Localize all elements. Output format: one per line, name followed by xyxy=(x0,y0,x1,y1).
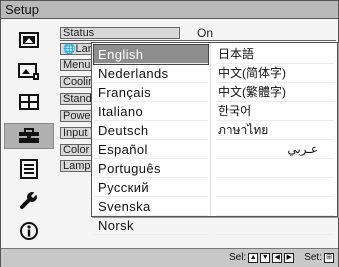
function-list-icon[interactable] xyxy=(10,157,48,181)
arrow-left-key-icon: ◀ xyxy=(272,252,283,263)
select-hint-label: Sel: xyxy=(228,252,247,263)
globe-icon: 🌐 xyxy=(63,44,76,55)
column-divider xyxy=(210,43,211,216)
language-option-korean[interactable]: 한국어 xyxy=(216,102,334,121)
arrow-right-key-icon: ▶ xyxy=(284,252,295,263)
language-option-svenska[interactable]: Svenska xyxy=(94,197,208,216)
language-option-russian[interactable]: Русский xyxy=(94,178,208,197)
menu-item-status[interactable]: Status xyxy=(60,27,180,39)
window-title: Setup xyxy=(1,1,338,19)
arrow-up-key-icon: ▲ xyxy=(248,252,259,263)
language-option-nederlands[interactable]: Nederlands xyxy=(94,64,208,83)
status-value: On xyxy=(197,26,214,40)
language-empty-slot xyxy=(216,197,334,216)
language-option-espanol[interactable]: Español xyxy=(94,140,208,159)
sidebar xyxy=(1,20,57,248)
picture-settings-icon[interactable] xyxy=(10,60,48,84)
language-option-thai[interactable]: ภาษาไทย xyxy=(216,121,334,140)
wrench-icon[interactable] xyxy=(10,188,48,212)
language-option-chinese-simplified[interactable]: 中文(简体字) xyxy=(216,64,334,83)
arrow-down-key-icon: ▼ xyxy=(260,252,271,263)
language-empty-slot xyxy=(216,159,334,178)
setup-toolbox-icon[interactable] xyxy=(4,123,54,149)
language-list-left: English Nederlands Français Italiano Deu… xyxy=(93,44,209,235)
language-option-francais[interactable]: Français xyxy=(94,83,208,102)
enter-key-icon: ⊞ xyxy=(324,252,334,263)
language-option-portugues[interactable]: Português xyxy=(94,159,208,178)
language-option-deutsch[interactable]: Deutsch xyxy=(94,121,208,140)
language-option-chinese-traditional[interactable]: 中文(繁體字) xyxy=(216,83,334,102)
footer-bar: Sel: ▲ ▼ ◀ ▶ Set: ⊞ xyxy=(1,248,338,267)
language-empty-slot xyxy=(216,178,334,197)
footer-hints: Sel: ▲ ▼ ◀ ▶ Set: ⊞ xyxy=(229,252,334,263)
set-hint-label: Set: xyxy=(304,252,322,263)
language-list-right: 日本語 中文(简体字) 中文(繁體字) 한국어 ภาษาไทย عـربي xyxy=(216,45,334,235)
status-underline xyxy=(60,40,336,41)
picture-icon[interactable] xyxy=(10,28,48,52)
language-option-english[interactable]: English xyxy=(93,44,209,65)
screen-icon[interactable] xyxy=(10,90,48,114)
language-empty-slot xyxy=(216,216,334,235)
info-icon[interactable] xyxy=(10,219,48,243)
setup-window: Setup Status On 🌐 Menu Cooling Standby P… xyxy=(0,0,339,267)
language-option-italiano[interactable]: Italiano xyxy=(94,102,208,121)
language-popup: English Nederlands Français Italiano Deu… xyxy=(91,42,338,235)
language-option-japanese[interactable]: 日本語 xyxy=(216,45,334,64)
language-option-arabic[interactable]: عـربي xyxy=(216,140,334,159)
language-option-norsk[interactable]: Norsk xyxy=(94,216,208,235)
